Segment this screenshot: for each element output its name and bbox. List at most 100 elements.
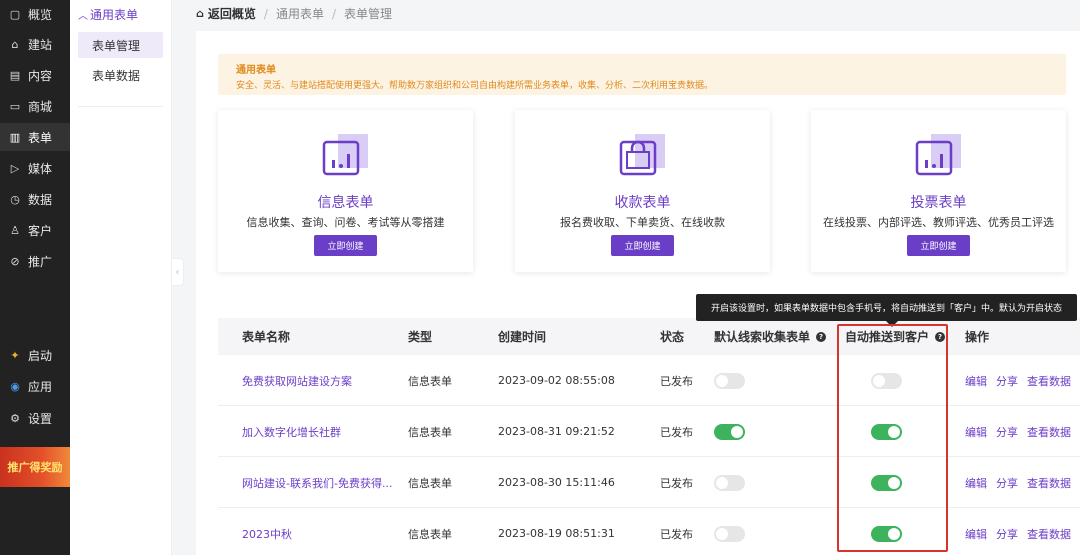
nav-item-data[interactable]: ◷ 数据 bbox=[0, 185, 70, 213]
subnav-group-forms[interactable]: ︿ 通用表单 bbox=[78, 6, 138, 23]
link-icon: ⊘ bbox=[10, 254, 20, 268]
form-icon: ▥ bbox=[9, 130, 21, 144]
share-link[interactable]: 分享 bbox=[996, 373, 1018, 389]
nav-item-promote[interactable]: ⊘ 推广 bbox=[0, 247, 70, 275]
breadcrumb-item-current: 表单管理 bbox=[344, 7, 393, 21]
nav-item-content[interactable]: ▤ 内容 bbox=[0, 61, 70, 89]
form-status: 已发布 bbox=[660, 527, 693, 541]
subnav-item-form-data[interactable]: 表单数据 bbox=[78, 62, 163, 88]
nav-item-site[interactable]: ⌂ 建站 bbox=[0, 30, 70, 58]
form-name-link[interactable]: 加入数字化增长社群 bbox=[242, 406, 341, 457]
form-name-link[interactable]: 2023中秋 bbox=[242, 508, 292, 555]
share-link[interactable]: 分享 bbox=[996, 424, 1018, 440]
view-data-link[interactable]: 查看数据 bbox=[1027, 526, 1071, 542]
nav-item-label: 内容 bbox=[28, 68, 53, 83]
edit-link[interactable]: 编辑 bbox=[965, 424, 987, 440]
bag-icon bbox=[619, 134, 665, 176]
nav-item-forms[interactable]: ▥ 表单 bbox=[0, 123, 70, 151]
lead-collect-toggle[interactable] bbox=[714, 372, 745, 389]
card-vote-form: 投票表单 在线投票、内部评选、教师评选、优秀员工评选 立即创建 bbox=[811, 110, 1066, 272]
nav-item-label: 表单 bbox=[28, 130, 53, 145]
auto-push-toggle[interactable] bbox=[871, 474, 902, 491]
form-type: 信息表单 bbox=[408, 476, 452, 490]
breadcrumb-home-label: 返回概览 bbox=[207, 7, 256, 21]
promo-banner[interactable]: 推广得奖励 bbox=[0, 447, 70, 487]
nav-item-label: 应用 bbox=[28, 379, 53, 394]
form-created: 2023-08-19 08:51:31 bbox=[498, 527, 615, 540]
nav-item-shop[interactable]: ▭ 商城 bbox=[0, 92, 70, 120]
auto-push-toggle[interactable] bbox=[871, 372, 902, 389]
share-link[interactable]: 分享 bbox=[996, 475, 1018, 491]
lead-collect-toggle[interactable] bbox=[714, 525, 745, 542]
breadcrumb-home[interactable]: ⌂ 返回概览 bbox=[196, 5, 256, 22]
form-status: 已发布 bbox=[660, 374, 693, 388]
row-actions: 编辑 分享 查看数据 bbox=[965, 457, 1080, 508]
row-actions: 编辑 分享 查看数据 bbox=[965, 355, 1080, 406]
notice-title: 通用表单 bbox=[236, 65, 276, 76]
header-type: 类型 bbox=[408, 330, 433, 344]
view-data-link[interactable]: 查看数据 bbox=[1027, 373, 1071, 389]
form-created: 2023-08-31 09:21:52 bbox=[498, 425, 615, 438]
subnav-group-label: 通用表单 bbox=[90, 8, 139, 22]
nav-item-label: 数据 bbox=[28, 192, 53, 207]
view-data-link[interactable]: 查看数据 bbox=[1027, 424, 1071, 440]
edit-link[interactable]: 编辑 bbox=[965, 373, 987, 389]
nav-item-customers[interactable]: ♙ 客户 bbox=[0, 216, 70, 244]
card-title: 收款表单 bbox=[614, 195, 671, 211]
gear-icon: ⚙ bbox=[10, 411, 20, 425]
nav-item-launch[interactable]: ✦ 启动 bbox=[0, 341, 70, 369]
lead-collect-cell bbox=[714, 508, 745, 555]
edit-link[interactable]: 编辑 bbox=[965, 526, 987, 542]
form-status: 已发布 bbox=[660, 425, 693, 439]
breadcrumb-item[interactable]: 通用表单 bbox=[276, 5, 324, 22]
table-header: 表单名称 类型 创建时间 状态 默认线索收集表单? 自动推送到客户? 操作 bbox=[218, 318, 1080, 355]
table-row: 加入数字化增长社群 信息表单 2023-08-31 09:21:52 已发布 编辑 分享查… bbox=[218, 406, 1080, 457]
card-payment-form: 收款表单 报名费收取、下单卖货、在线收款 立即创建 bbox=[515, 110, 770, 272]
nav-item-settings[interactable]: ⚙ 设置 bbox=[0, 404, 70, 432]
row-actions: 编辑 分享 查看数据 bbox=[965, 406, 1080, 457]
form-status: 已发布 bbox=[660, 476, 693, 490]
breadcrumb-separator: / bbox=[331, 6, 336, 21]
help-icon[interactable]: ? bbox=[816, 331, 827, 342]
create-payment-form-button[interactable]: 立即创建 bbox=[611, 235, 674, 256]
chart-icon bbox=[915, 134, 961, 176]
launch-icon: ✦ bbox=[10, 348, 20, 362]
card-desc: 信息收集、查询、问卷、考试等从零搭建 bbox=[246, 216, 445, 229]
form-name-link[interactable]: 免费获取网站建设方案 bbox=[242, 355, 352, 406]
create-vote-form-button[interactable]: 立即创建 bbox=[907, 235, 970, 256]
form-name-link[interactable]: 网站建设-联系我们-免费获得... bbox=[242, 457, 392, 508]
nav-item-label: 推广 bbox=[28, 254, 53, 269]
auto-push-toggle[interactable] bbox=[871, 525, 902, 542]
nav-item-overview[interactable]: ▢ 概览 bbox=[0, 0, 70, 28]
nav-item-label: 媒体 bbox=[28, 161, 53, 176]
card-title: 信息表单 bbox=[317, 195, 374, 211]
card-title: 投票表单 bbox=[910, 195, 967, 211]
card-desc: 在线投票、内部评选、教师评选、优秀员工评选 bbox=[823, 216, 1054, 229]
chart-icon bbox=[322, 134, 368, 176]
nav-item-label: 启动 bbox=[28, 348, 53, 363]
collapse-handle[interactable]: ‹ bbox=[172, 258, 184, 286]
share-link[interactable]: 分享 bbox=[996, 526, 1018, 542]
auto-push-toggle[interactable] bbox=[871, 423, 902, 440]
lead-collect-toggle[interactable] bbox=[714, 423, 745, 440]
nav-item-apps[interactable]: ◉ 应用 bbox=[0, 372, 70, 400]
edit-link[interactable]: 编辑 bbox=[965, 475, 987, 491]
header-status: 状态 bbox=[660, 330, 685, 344]
card-desc: 报名费收取、下单卖货、在线收款 bbox=[560, 216, 725, 229]
help-icon[interactable]: ? bbox=[935, 331, 946, 342]
nav-item-label: 客户 bbox=[28, 223, 53, 238]
create-info-form-button[interactable]: 立即创建 bbox=[314, 235, 377, 256]
chevron-left-icon: ‹ bbox=[175, 266, 180, 278]
form-created: 2023-09-02 08:55:08 bbox=[498, 374, 615, 387]
subnav-item-form-management[interactable]: 表单管理 bbox=[78, 32, 163, 58]
lead-collect-cell bbox=[714, 355, 745, 406]
header-auto-push-label: 自动推送到客户 bbox=[845, 330, 930, 344]
notice-banner: 通用表单 安全、灵活、与建站搭配使用更强大。帮助数万家组织和公司自由构建所需业务… bbox=[218, 54, 1066, 95]
header-created: 创建时间 bbox=[498, 330, 547, 344]
nav-item-media[interactable]: ▷ 媒体 bbox=[0, 154, 70, 182]
lead-collect-cell bbox=[714, 457, 745, 508]
lead-collect-toggle[interactable] bbox=[714, 474, 745, 491]
sub-nav: ︿ 通用表单 表单管理 表单数据 bbox=[70, 0, 172, 555]
row-actions: 编辑 分享 查看数据 bbox=[965, 508, 1080, 555]
view-data-link[interactable]: 查看数据 bbox=[1027, 475, 1071, 491]
